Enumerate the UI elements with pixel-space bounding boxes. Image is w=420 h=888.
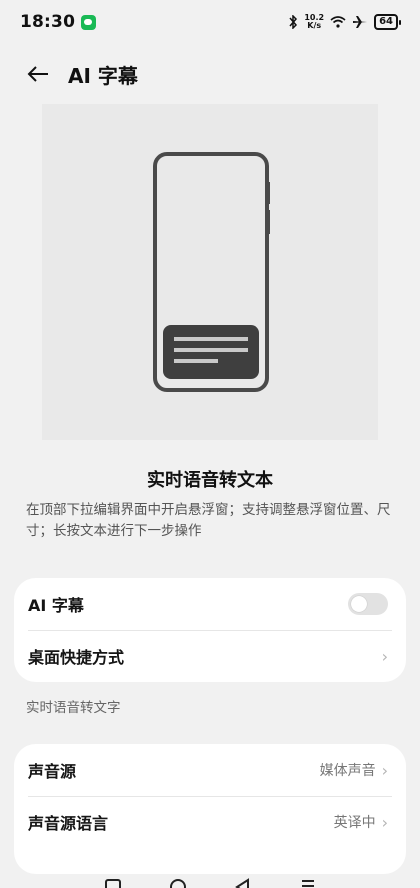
battery-indicator: 64 — [374, 14, 401, 30]
status-indicators: 10.2 K/s 64 — [288, 14, 402, 30]
chevron-right-icon: › — [381, 760, 388, 780]
chevron-right-icon: › — [381, 646, 388, 666]
source-language-control: 英译中 › — [334, 812, 388, 832]
chevron-right-icon: › — [381, 812, 388, 832]
phone-caption-illustration — [153, 152, 270, 392]
wifi-icon — [330, 16, 346, 28]
source-language-label: 声音源语言 — [28, 814, 109, 833]
sound-source-control: 媒体声音 › — [320, 760, 388, 780]
source-language-value: 英译中 — [333, 815, 376, 831]
triangle-icon[interactable] — [234, 878, 252, 888]
ai-caption-row[interactable]: AI 字幕 — [14, 578, 406, 630]
ai-caption-control — [348, 593, 388, 615]
sound-source-label: 声音源 — [28, 762, 77, 781]
feature-description: 在顶部下拉编辑界面中开启悬浮窗；支持调整悬浮窗位置、尺寸；长按文本进行下一步操作 — [26, 502, 391, 539]
desktop-shortcut-label: 桌面快捷方式 — [28, 648, 125, 667]
sound-source-card: 声音源 媒体声音 › 声音源语言 英译中 › — [14, 744, 406, 874]
desktop-shortcut-row[interactable]: 桌面快捷方式 › — [14, 630, 406, 682]
sound-source-row[interactable]: 声音源 媒体声音 › — [14, 744, 406, 796]
desktop-shortcut-control: › — [382, 647, 388, 666]
feature-illustration — [42, 104, 378, 440]
network-speed-unit: K/s — [307, 21, 322, 30]
menu-icon[interactable] — [299, 878, 317, 888]
settings-card: AI 字幕 桌面快捷方式 › — [14, 578, 406, 682]
page-header: AI 字幕 — [0, 52, 420, 96]
wechat-notification-icon — [81, 14, 97, 30]
section-label: 实时语音转文字 — [26, 700, 121, 716]
circle-icon[interactable] — [169, 878, 187, 888]
system-nav-bar — [0, 872, 420, 888]
feature-headline: 实时语音转文本 — [147, 470, 273, 491]
page-title: AI 字幕 — [68, 63, 138, 88]
back-button[interactable] — [18, 54, 58, 94]
back-arrow-icon — [27, 66, 48, 82]
bluetooth-icon — [289, 15, 298, 29]
ai-caption-toggle[interactable] — [348, 593, 388, 615]
status-time: 18:30 — [20, 12, 76, 32]
ai-caption-label: AI 字幕 — [28, 596, 84, 615]
status-bar: 18:30 10.2 K/s 64 — [0, 0, 420, 44]
square-icon[interactable] — [104, 878, 122, 888]
source-language-row[interactable]: 声音源语言 英译中 › — [14, 796, 406, 848]
sound-source-value: 媒体声音 — [319, 763, 376, 779]
airplane-mode-icon — [353, 16, 368, 28]
network-speed: 10.2 K/s — [304, 14, 324, 30]
